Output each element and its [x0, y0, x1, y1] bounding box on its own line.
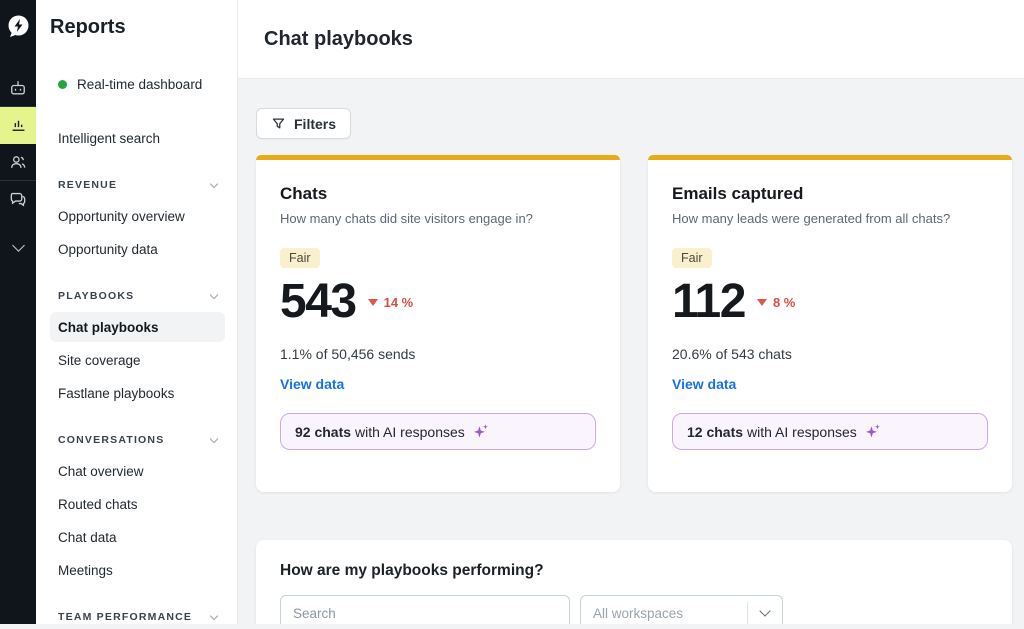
delta-percent: 14 %	[384, 295, 414, 310]
content-area: Filters Chats How many chats did site vi…	[238, 79, 1024, 624]
playbooks-performance-card: How are my playbooks performing? All wor…	[256, 540, 1012, 624]
performance-heading: How are my playbooks performing?	[280, 562, 988, 580]
rating-badge: Fair	[280, 248, 320, 268]
card-body: Chats How many chats did site visitors e…	[256, 160, 620, 492]
card-subtitle: How many chats did site visitors engage …	[280, 211, 596, 226]
main-area: Chat playbooks Filters Chats How many ch…	[238, 0, 1024, 624]
sidebar-item-opportunity-overview[interactable]: Opportunity overview	[50, 201, 225, 231]
sidebar-item-label: Meetings	[58, 563, 113, 578]
sidebar-item-chat-playbooks[interactable]: Chat playbooks	[50, 312, 225, 342]
ai-count: 92 chats	[295, 424, 351, 440]
sidebar-item-label: Chat playbooks	[58, 320, 159, 335]
reports-sidebar: Reports Real-time dashboard Intelligent …	[36, 0, 238, 624]
metric-value: 112	[672, 278, 745, 326]
rail-expand-chevron[interactable]	[0, 229, 36, 265]
robot-glyph	[8, 78, 28, 98]
view-data-link[interactable]: View data	[672, 376, 736, 392]
ai-text: with AI responses	[355, 424, 465, 440]
workspace-selected-value: All workspaces	[581, 606, 747, 621]
sidebar-item-label: Chat overview	[58, 464, 144, 479]
sidebar-item-label: Real-time dashboard	[77, 77, 202, 92]
performance-controls: All workspaces	[280, 595, 988, 624]
chat-bubbles-glyph	[8, 189, 28, 209]
filter-funnel-icon	[271, 116, 286, 131]
section-team-performance[interactable]: TEAM PERFORMANCE	[50, 605, 225, 629]
chevron-down-icon	[210, 179, 218, 187]
card-emails-captured: Emails captured How many leads were gene…	[648, 155, 1012, 492]
metric-context: 1.1% of 50,456 sends	[280, 346, 596, 362]
card-title: Emails captured	[672, 184, 988, 204]
metric-value: 543	[280, 278, 356, 326]
delta-percent: 8 %	[773, 295, 795, 310]
sidebar-item-chat-data[interactable]: Chat data	[50, 522, 225, 552]
metric-row: 112 8 %	[672, 278, 988, 326]
ai-count: 12 chats	[687, 424, 743, 440]
section-conversations[interactable]: CONVERSATIONS	[50, 428, 225, 452]
chevron-down-icon	[12, 239, 25, 252]
card-subtitle: How many leads were generated from all c…	[672, 211, 988, 226]
card-chats: Chats How many chats did site visitors e…	[256, 155, 620, 492]
sidebar-item-fastlane-playbooks[interactable]: Fastlane playbooks	[50, 378, 225, 408]
metric-context: 20.6% of 543 chats	[672, 346, 988, 362]
section-label: TEAM PERFORMANCE	[58, 611, 192, 623]
people-glyph	[8, 152, 28, 172]
workspace-select[interactable]: All workspaces	[580, 595, 783, 624]
sidebar-item-routed-chats[interactable]: Routed chats	[50, 489, 225, 519]
metric-cards-row: Chats How many chats did site visitors e…	[256, 155, 1012, 492]
green-status-dot	[58, 80, 67, 89]
metric-delta: 8 %	[757, 295, 795, 310]
filters-button[interactable]: Filters	[256, 108, 351, 139]
chevron-down-icon	[210, 434, 218, 442]
sidebar-item-site-coverage[interactable]: Site coverage	[50, 345, 225, 375]
logo-icon	[5, 13, 32, 40]
section-label: PLAYBOOKS	[58, 290, 134, 302]
sidebar-item-intelligent-search[interactable]: Intelligent search	[50, 123, 225, 153]
sidebar-item-label: Site coverage	[58, 353, 141, 368]
users-icon[interactable]	[0, 144, 36, 180]
sidebar-item-meetings[interactable]: Meetings	[50, 555, 225, 585]
section-label: CONVERSATIONS	[58, 434, 164, 446]
metric-row: 543 14 %	[280, 278, 596, 326]
section-label: REVENUE	[58, 179, 117, 191]
sidebar-title: Reports	[50, 16, 225, 39]
sidebar-item-label: Opportunity data	[58, 242, 158, 257]
card-title: Chats	[280, 184, 596, 204]
chevron-down-icon	[210, 290, 218, 298]
section-revenue[interactable]: REVENUE	[50, 173, 225, 197]
rail-item-reports-active[interactable]	[0, 107, 36, 144]
icon-rail	[0, 0, 36, 624]
chevron-down-icon	[759, 605, 770, 616]
view-data-link[interactable]: View data	[280, 376, 344, 392]
rating-badge: Fair	[672, 248, 712, 268]
sidebar-item-chat-overview[interactable]: Chat overview	[50, 456, 225, 486]
bar-chart-icon	[9, 116, 28, 135]
sidebar-item-label: Fastlane playbooks	[58, 386, 174, 401]
chevron-down-icon	[210, 611, 218, 619]
down-triangle-icon	[368, 299, 378, 306]
sidebar-item-label: Intelligent search	[58, 131, 160, 146]
sidebar-item-opportunity-data[interactable]: Opportunity data	[50, 234, 225, 264]
sparkles-icon	[864, 423, 881, 440]
down-triangle-icon	[757, 299, 767, 306]
sparkles-icon	[472, 423, 489, 440]
sidebar-item-label: Opportunity overview	[58, 209, 185, 224]
bot-icon[interactable]	[0, 70, 36, 106]
page-title: Chat playbooks	[264, 28, 413, 51]
sidebar-item-label: Routed chats	[58, 497, 138, 512]
search-input[interactable]	[280, 595, 570, 624]
ai-responses-pill[interactable]: 92 chats with AI responses	[280, 413, 596, 450]
sidebar-item-label: Chat data	[58, 530, 117, 545]
metric-delta: 14 %	[368, 295, 414, 310]
sidebar-item-realtime-dashboard[interactable]: Real-time dashboard	[50, 69, 225, 99]
qualified-logo[interactable]	[0, 8, 36, 44]
section-playbooks[interactable]: PLAYBOOKS	[50, 284, 225, 308]
card-body: Emails captured How many leads were gene…	[648, 160, 1012, 492]
select-chevron-box	[748, 611, 782, 615]
page-header: Chat playbooks	[238, 0, 1024, 79]
conversations-icon[interactable]	[0, 181, 36, 217]
ai-text: with AI responses	[747, 424, 857, 440]
ai-responses-pill[interactable]: 12 chats with AI responses	[672, 413, 988, 450]
filters-label: Filters	[294, 116, 336, 132]
